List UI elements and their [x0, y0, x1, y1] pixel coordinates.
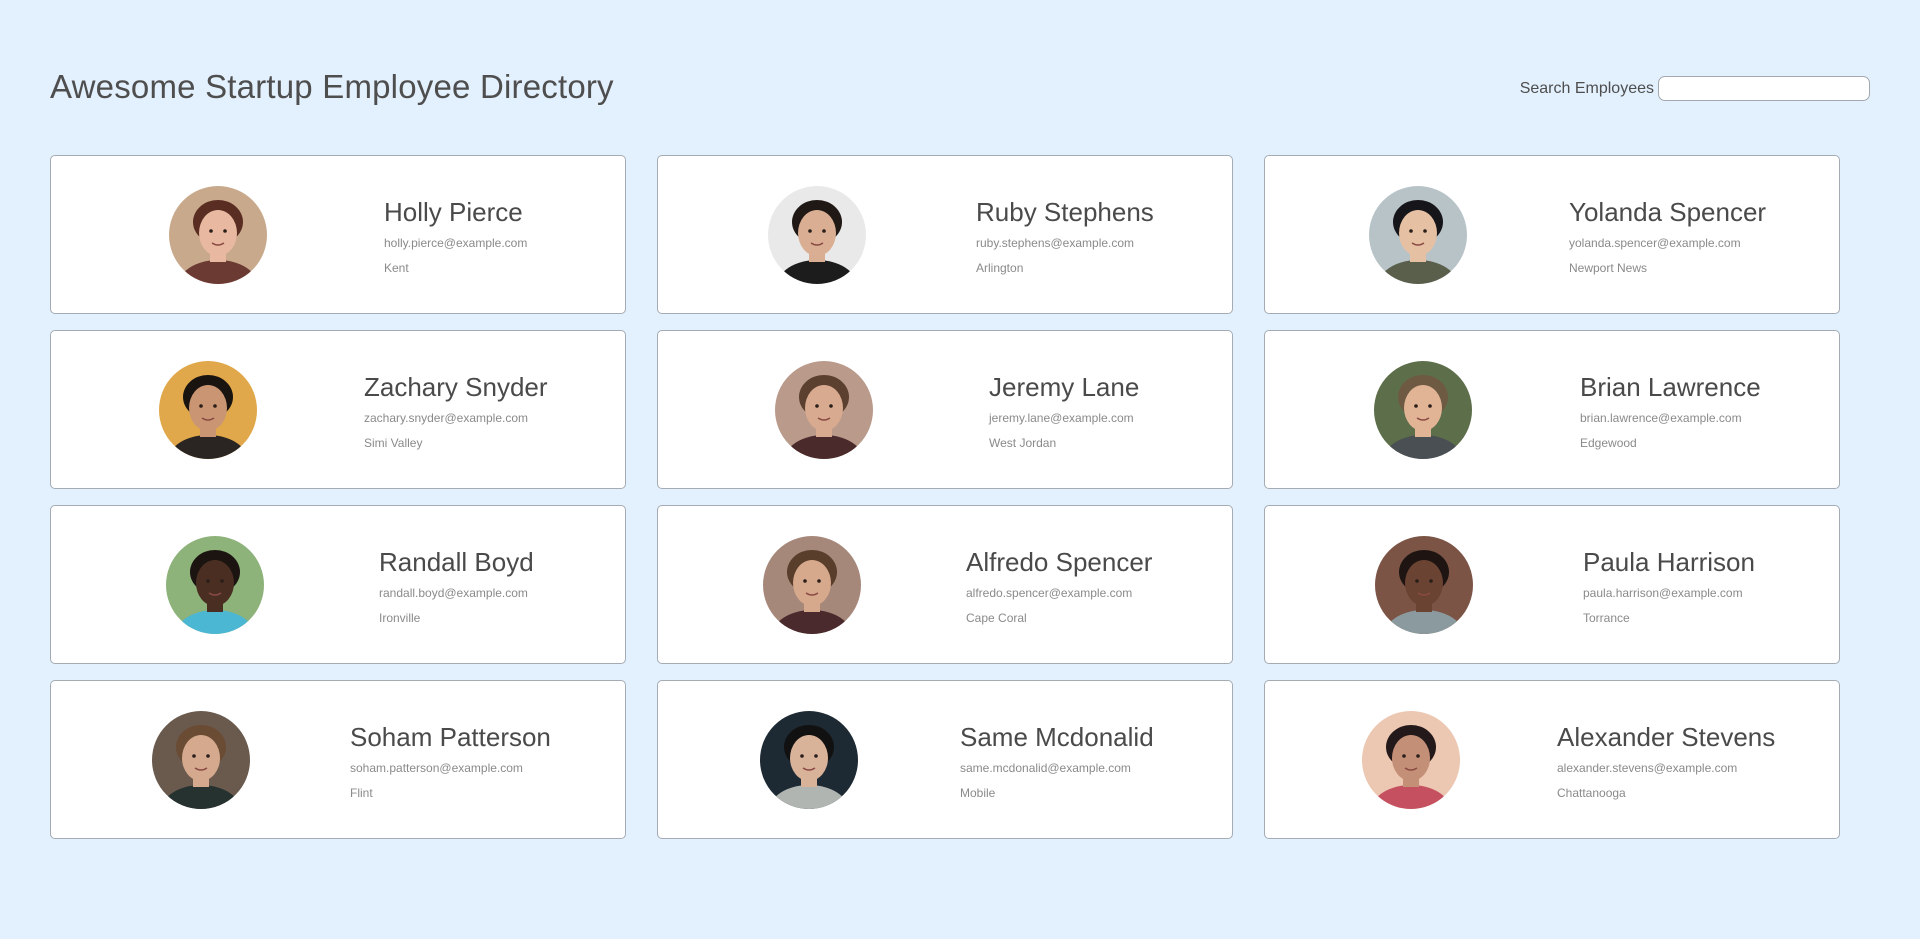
- employee-city: Edgewood: [1580, 436, 1637, 450]
- avatar: [1374, 361, 1472, 459]
- employee-name: Yolanda Spencer: [1569, 197, 1767, 227]
- employee-card[interactable]: Zachary Snyder zachary.snyder@example.com…: [50, 330, 626, 489]
- employee-email: ruby.stephens@example.com: [976, 236, 1135, 250]
- employee-email: paula.harrison@example.com: [1583, 586, 1743, 600]
- employee-city: West Jordan: [989, 436, 1057, 450]
- avatar: [159, 361, 257, 459]
- search-label: Search Employees: [1519, 79, 1654, 97]
- avatar: [760, 711, 858, 809]
- page-title: Awesome Startup Employee Directory: [50, 68, 614, 105]
- employee-card[interactable]: Soham Patterson soham.patterson@example.c…: [50, 680, 626, 839]
- employee-info: Yolanda Spencer yolanda.spencer@example.c…: [1569, 197, 1766, 275]
- employee-name: Same Mcdonalid: [960, 722, 1154, 752]
- employee-card[interactable]: Brian Lawrence brian.lawrence@example.com…: [1264, 330, 1840, 489]
- employee-city: Kent: [384, 261, 409, 275]
- search-container: Search Employees: [1520, 76, 1870, 101]
- employee-email: alfredo.spencer@example.com: [966, 586, 1133, 600]
- avatar: [1369, 186, 1467, 284]
- avatar: [768, 186, 866, 284]
- page-header: Awesome Startup Employee Directory Searc…: [50, 68, 1870, 112]
- employee-email: yolanda.spencer@example.com: [1569, 236, 1741, 250]
- employee-name: Paula Harrison: [1583, 547, 1755, 577]
- avatar: [169, 186, 267, 284]
- employee-name: Jeremy Lane: [989, 372, 1140, 402]
- employee-city: Ironville: [379, 611, 421, 625]
- employee-name: Alfredo Spencer: [966, 547, 1153, 577]
- employee-name: Brian Lawrence: [1580, 372, 1761, 402]
- employee-name: Holly Pierce: [384, 197, 523, 227]
- avatar: [775, 361, 873, 459]
- employee-info: Paula Harrison paula.harrison@example.com…: [1583, 547, 1755, 625]
- employee-email: holly.pierce@example.com: [384, 236, 528, 250]
- employee-email: jeremy.lane@example.com: [989, 411, 1134, 425]
- employee-card[interactable]: Alfredo Spencer alfredo.spencer@example.c…: [657, 505, 1233, 664]
- employee-name: Soham Patterson: [350, 722, 551, 752]
- employee-email: randall.boyd@example.com: [379, 586, 528, 600]
- employee-info: Soham Patterson soham.patterson@example.c…: [350, 722, 551, 800]
- employee-card[interactable]: Ruby Stephens ruby.stephens@example.com Ar…: [657, 155, 1233, 314]
- employee-name: Zachary Snyder: [364, 372, 548, 402]
- employee-email: brian.lawrence@example.com: [1580, 411, 1742, 425]
- employee-card[interactable]: Randall Boyd randall.boyd@example.com Iron…: [50, 505, 626, 664]
- employee-name: Alexander Stevens: [1557, 722, 1776, 752]
- employee-info: Same Mcdonalid same.mcdonalid@example.com…: [960, 722, 1154, 800]
- employee-city: Simi Valley: [364, 436, 423, 450]
- avatar: [1362, 711, 1460, 809]
- avatar: [1375, 536, 1473, 634]
- avatar: [152, 711, 250, 809]
- employee-name: Ruby Stephens: [976, 197, 1154, 227]
- employee-email: soham.patterson@example.com: [350, 761, 523, 775]
- employee-city: Chattanooga: [1557, 786, 1626, 800]
- employee-info: Randall Boyd randall.boyd@example.com Iron…: [379, 547, 534, 625]
- employee-email: zachary.snyder@example.com: [364, 411, 529, 425]
- employee-grid: Holly Pierce holly.pierce@example.com Kent…: [50, 155, 1840, 839]
- employee-info: Brian Lawrence brian.lawrence@example.com…: [1580, 372, 1761, 450]
- employee-city: Arlington: [976, 261, 1024, 275]
- search-input[interactable]: [1658, 76, 1870, 101]
- employee-card[interactable]: Jeremy Lane jeremy.lane@example.com West J…: [657, 330, 1233, 489]
- employee-info: Ruby Stephens ruby.stephens@example.com Ar…: [976, 197, 1154, 275]
- employee-info: Alexander Stevens alexander.stevens@examp…: [1557, 722, 1775, 800]
- employee-card[interactable]: Alexander Stevens alexander.stevens@examp…: [1264, 680, 1840, 839]
- employee-email: same.mcdonalid@example.com: [960, 761, 1131, 775]
- employee-city: Mobile: [960, 786, 996, 800]
- employee-info: Zachary Snyder zachary.snyder@example.com…: [364, 372, 548, 450]
- employee-info: Jeremy Lane jeremy.lane@example.com West J…: [989, 372, 1139, 450]
- employee-info: Alfredo Spencer alfredo.spencer@example.c…: [966, 547, 1152, 625]
- employee-name: Randall Boyd: [379, 547, 534, 577]
- employee-card[interactable]: Paula Harrison paula.harrison@example.com…: [1264, 505, 1840, 664]
- employee-card[interactable]: Same Mcdonalid same.mcdonalid@example.com…: [657, 680, 1233, 839]
- employee-card[interactable]: Holly Pierce holly.pierce@example.com Kent: [50, 155, 626, 314]
- employee-card[interactable]: Yolanda Spencer yolanda.spencer@example.c…: [1264, 155, 1840, 314]
- employee-city: Cape Coral: [966, 611, 1027, 625]
- employee-city: Torrance: [1583, 611, 1630, 625]
- employee-info: Holly Pierce holly.pierce@example.com Kent: [384, 197, 527, 275]
- avatar: [763, 536, 861, 634]
- avatar: [166, 536, 264, 634]
- employee-email: alexander.stevens@example.com: [1557, 761, 1738, 775]
- employee-city: Newport News: [1569, 261, 1648, 275]
- employee-city: Flint: [350, 786, 373, 800]
